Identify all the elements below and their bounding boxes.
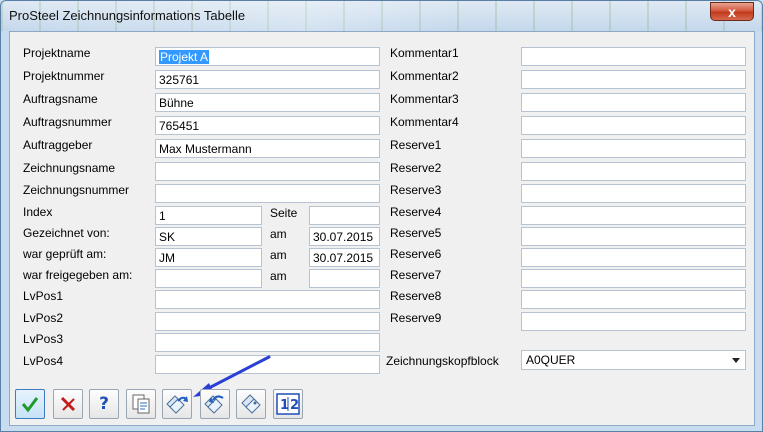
gezeichnet-am-input[interactable]: 30.07.2015	[309, 227, 380, 246]
gezeichnet-von-input[interactable]: SK	[155, 227, 262, 246]
kommentar3-input[interactable]	[521, 93, 746, 112]
label-gezeichnet-am: am	[270, 227, 287, 241]
label-reserve9: Reserve9	[390, 311, 442, 325]
reserve7-input[interactable]	[521, 269, 746, 288]
label-freigegeben: war freigegeben am:	[23, 268, 133, 282]
auftragsnummer-input[interactable]: 765451	[155, 116, 380, 135]
label-reserve1: Reserve1	[390, 138, 442, 152]
numbering-12-icon: 1 2	[276, 393, 300, 415]
label-reserve2: Reserve2	[390, 161, 442, 175]
help-button[interactable]: ?	[89, 389, 119, 419]
copy-document-icon	[132, 394, 150, 414]
label-reserve7: Reserve7	[390, 268, 442, 282]
projektnummer-input[interactable]: 325761	[155, 70, 380, 89]
label-auftragsnummer: Auftragsnummer	[23, 115, 112, 129]
label-lvpos2: LvPos2	[23, 311, 64, 325]
question-icon: ?	[99, 394, 109, 414]
form-panel: Projektname Projektnummer Auftragsname A…	[9, 31, 755, 426]
reserve4-input[interactable]	[521, 206, 746, 225]
label-kommentar4: Kommentar4	[390, 115, 459, 129]
seite-input[interactable]	[309, 206, 380, 225]
numbering-button[interactable]: 1 2	[273, 389, 303, 419]
tag-export-icon	[166, 395, 188, 414]
zeichnungskopfblock-select[interactable]: A0QUER	[521, 350, 746, 370]
label-zeichnungskopfblock: Zeichnungskopfblock	[386, 354, 499, 368]
reserve9-input[interactable]	[521, 312, 746, 331]
tags-icon	[241, 394, 261, 414]
export-button[interactable]	[162, 389, 192, 419]
index-input[interactable]: 1	[155, 206, 262, 225]
freigegeben-von-input[interactable]	[155, 269, 262, 288]
label-kommentar1: Kommentar1	[390, 46, 459, 60]
lvpos2-input[interactable]	[155, 312, 380, 331]
auftragsname-input[interactable]: Bühne	[155, 93, 380, 112]
title-bar[interactable]: ProSteel Zeichnungsinformations Tabelle …	[1, 1, 762, 31]
label-lvpos4: LvPos4	[23, 354, 64, 368]
label-kommentar2: Kommentar2	[390, 69, 459, 83]
lvpos1-input[interactable]	[155, 290, 380, 309]
check-icon	[21, 397, 39, 413]
tag-import-icon	[204, 395, 224, 414]
close-button[interactable]: x	[710, 2, 754, 21]
chevron-down-icon	[732, 358, 740, 363]
dialog-window: ProSteel Zeichnungsinformations Tabelle …	[0, 0, 763, 432]
close-icon: x	[728, 3, 736, 20]
auftraggeber-input[interactable]: Max Mustermann	[155, 139, 380, 158]
label-index: Index	[23, 205, 53, 219]
geprueft-von-input[interactable]: JM	[155, 248, 262, 267]
label-reserve3: Reserve3	[390, 183, 442, 197]
label-freigegeben-am: am	[270, 269, 287, 283]
projektname-input[interactable]: Projekt A	[155, 47, 380, 66]
label-reserve4: Reserve4	[390, 205, 442, 219]
label-reserve5: Reserve5	[390, 226, 442, 240]
zeichnungsnummer-input[interactable]	[155, 184, 380, 203]
x-mark-icon	[60, 396, 76, 412]
label-geprueft-am: am	[270, 248, 287, 262]
label-gezeichnet: Gezeichnet von:	[23, 226, 110, 240]
zeichnungskopfblock-value: A0QUER	[526, 353, 576, 367]
label-reserve6: Reserve6	[390, 247, 442, 261]
reserve1-input[interactable]	[521, 139, 746, 158]
import-button[interactable]	[200, 389, 230, 419]
label-lvpos1: LvPos1	[23, 289, 64, 303]
label-auftragsname: Auftragsname	[23, 92, 98, 106]
label-reserve8: Reserve8	[390, 289, 442, 303]
label-seite: Seite	[270, 206, 298, 220]
projektname-value: Projekt A	[159, 50, 210, 64]
geprueft-am-input[interactable]: 30.07.2015	[309, 248, 380, 267]
label-auftraggeber: Auftraggeber	[23, 138, 93, 152]
numbering-digit-2: 2	[290, 398, 299, 413]
reserve5-input[interactable]	[521, 227, 746, 246]
lvpos3-input[interactable]	[155, 333, 380, 352]
copy-button[interactable]	[126, 389, 156, 419]
kommentar1-input[interactable]	[521, 47, 746, 66]
reserve3-input[interactable]	[521, 184, 746, 203]
label-projektname: Projektname	[23, 46, 91, 60]
window-title: ProSteel Zeichnungsinformations Tabelle	[9, 8, 246, 23]
kommentar4-input[interactable]	[521, 116, 746, 135]
kommentar2-input[interactable]	[521, 70, 746, 89]
reserve6-input[interactable]	[521, 248, 746, 267]
zeichnungsname-input[interactable]	[155, 162, 380, 181]
label-kommentar3: Kommentar3	[390, 92, 459, 106]
label-zeichnungsname: Zeichnungsname	[23, 161, 116, 175]
freigegeben-am-input[interactable]	[309, 269, 380, 288]
label-geprueft: war geprüft am:	[23, 247, 107, 261]
label-lvpos3: LvPos3	[23, 332, 64, 346]
cancel-button[interactable]	[53, 389, 83, 419]
tags-button[interactable]	[236, 389, 266, 419]
label-projektnummer: Projektnummer	[23, 69, 105, 83]
reserve8-input[interactable]	[521, 290, 746, 309]
reserve2-input[interactable]	[521, 162, 746, 181]
label-zeichnungsnummer: Zeichnungsnummer	[23, 183, 130, 197]
ok-button[interactable]	[15, 389, 45, 419]
